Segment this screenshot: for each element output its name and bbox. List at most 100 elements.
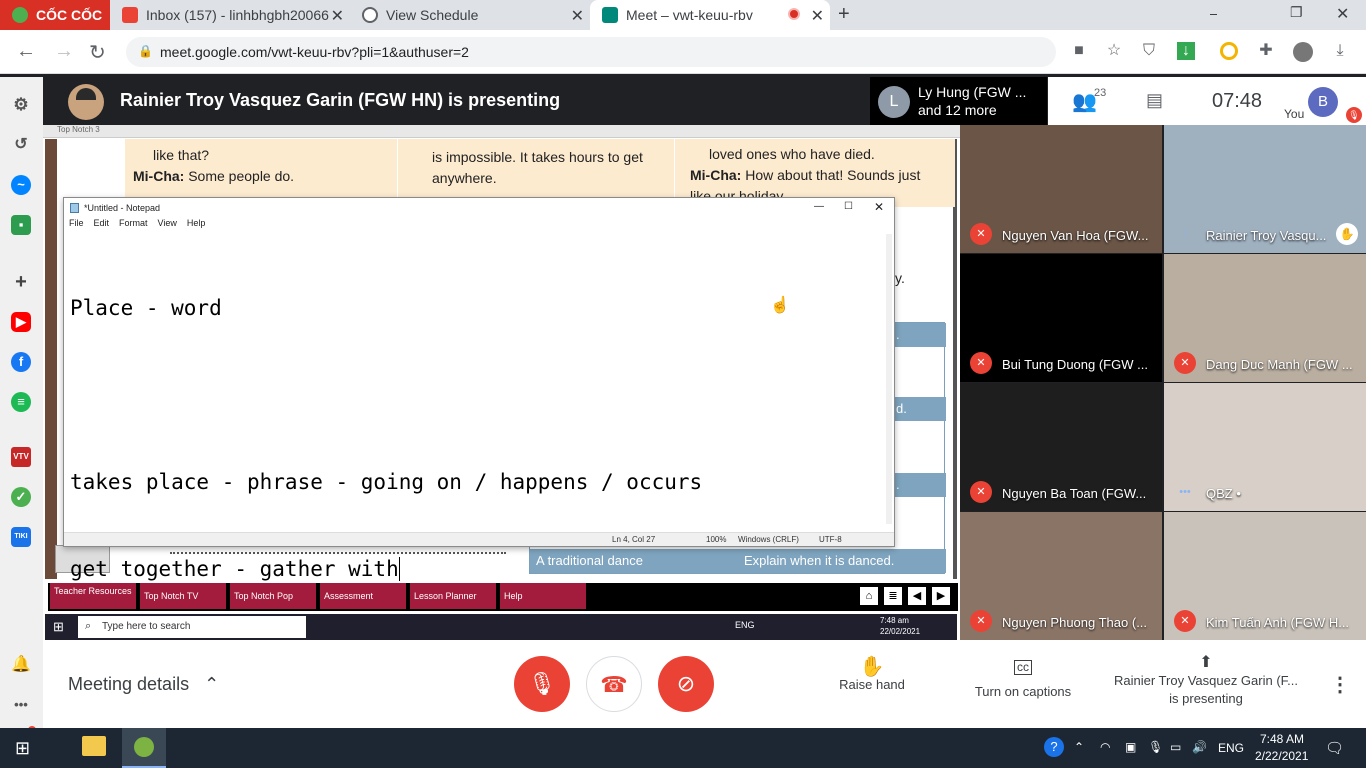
reload-icon[interactable]: ↻ <box>89 40 106 65</box>
device-icon[interactable]: ▣ <box>1125 740 1136 754</box>
minimize-icon[interactable]: ⎯ <box>1210 5 1217 22</box>
captions-button[interactable]: cc Turn on captions <box>966 660 1080 701</box>
extension-icon[interactable] <box>1220 42 1238 60</box>
meeting-clock: 07:48 <box>1212 90 1263 112</box>
close-icon[interactable]: ✕ <box>811 6 824 26</box>
meeting-details-button[interactable]: Meeting details ⌃ <box>68 674 219 695</box>
maximize-icon[interactable]: ☐ <box>844 201 853 212</box>
self-avatar[interactable]: B <box>1308 87 1338 117</box>
add-icon[interactable]: + <box>11 272 31 292</box>
menu-top-notch-pop[interactable]: Top Notch Pop <box>230 583 316 609</box>
tab-gmail[interactable]: Inbox (157) - linhbhgbh20066 ✕ <box>110 0 350 30</box>
new-tab-button[interactable]: + <box>838 3 850 26</box>
notepad-text-area[interactable]: Place - word takes place - phrase - goin… <box>70 236 702 642</box>
facebook-icon[interactable]: f <box>11 352 31 372</box>
participant-tile[interactable]: ✕ Nguyen Phuong Thao (... <box>960 512 1162 640</box>
volume-icon[interactable]: 🔊 <box>1192 740 1207 754</box>
gmail-icon <box>122 7 138 23</box>
menu-lesson-planner[interactable]: Lesson Planner <box>410 583 496 609</box>
participant-tile[interactable]: ⫶ Rainier Troy Vasqu... ✋ <box>1164 125 1366 253</box>
back-icon[interactable]: ← <box>16 40 36 63</box>
scrollbar[interactable] <box>886 234 892 524</box>
captions-label: Turn on captions <box>974 684 1072 699</box>
shield-icon[interactable]: ⛉ <box>1140 42 1158 60</box>
help-icon[interactable]: ? <box>1044 737 1064 757</box>
mic-off-icon: ✕ <box>970 610 992 632</box>
mic-toggle-button[interactable]: 🎙 <box>514 656 570 712</box>
prev-icon[interactable]: ◀ <box>908 587 926 605</box>
camera-toggle-button[interactable]: ⊘ <box>658 656 714 712</box>
camera-icon[interactable]: ■ <box>1070 42 1088 60</box>
vtv-icon[interactable]: VTV <box>11 447 31 467</box>
bookmark-star-icon[interactable]: ☆ <box>1105 42 1123 60</box>
menu-help[interactable]: Help <box>187 218 206 232</box>
participant-tile[interactable]: ✕ Dang Duc Manh (FGW ... <box>1164 254 1366 382</box>
raise-hand-button[interactable]: ✋ Raise hand <box>832 657 912 694</box>
leave-call-button[interactable]: ☎ <box>586 656 642 712</box>
language-indicator[interactable]: ENG <box>1218 741 1244 755</box>
menu-format[interactable]: Format <box>119 218 148 232</box>
menu-file[interactable]: File <box>69 218 84 232</box>
presenting-button[interactable]: ⬆ Rainier Troy Vasquez Garin (F... is pr… <box>1104 654 1308 708</box>
battery-icon[interactable]: ▭ <box>1170 740 1181 754</box>
clock-time[interactable]: 7:48 AM <box>1260 732 1304 746</box>
spotify-icon[interactable]: ≡ <box>11 392 31 412</box>
tab-meet[interactable]: Meet – vwt-keuu-rbv ✕ <box>590 0 830 30</box>
status-encoding: UTF-8 <box>819 535 842 544</box>
forward-icon[interactable]: → <box>54 40 74 63</box>
profile-avatar[interactable] <box>1293 42 1313 62</box>
participant-tile[interactable]: ✕ Nguyen Van Hoa (FGW... <box>960 125 1162 253</box>
menu-help[interactable]: Help <box>500 583 586 609</box>
notifications-icon[interactable]: 🗨 <box>1325 739 1344 757</box>
notepad-titlebar: *Untitled - Notepad — ☐ ✕ <box>64 198 894 218</box>
bell-icon[interactable]: 🔔 <box>11 655 31 675</box>
more-dots-icon: ••• <box>1179 486 1191 498</box>
tab-schedule[interactable]: View Schedule ✕ <box>350 0 590 30</box>
next-icon[interactable]: ▶ <box>932 587 950 605</box>
participant-tile[interactable]: ✕ Bui Tung Duong (FGW ... <box>960 254 1162 382</box>
menu-top-notch-tv[interactable]: Top Notch TV <box>140 583 226 609</box>
participant-tile[interactable]: ••• QBZ • <box>1164 383 1366 511</box>
tray-chevron-icon[interactable]: ⌃ <box>1074 740 1084 754</box>
windows-start-icon[interactable]: ⊞ <box>15 738 30 759</box>
menu-view[interactable]: View <box>158 218 177 232</box>
lock-icon: 🔒 <box>138 44 153 58</box>
close-icon[interactable]: ✕ <box>331 6 344 26</box>
messenger-icon[interactable]: ~ <box>11 175 31 195</box>
list-icon[interactable]: ≣ <box>884 587 902 605</box>
tiki-icon[interactable]: TIKI <box>11 527 31 547</box>
browser-logo-tab[interactable]: CỐC CỐC <box>0 0 110 30</box>
menu-assessment[interactable]: Assessment <box>320 583 406 609</box>
microphone-icon[interactable]: 🎙 <box>1148 740 1163 754</box>
game-icon[interactable]: ▪ <box>11 215 31 235</box>
restore-icon[interactable]: ❐ <box>1290 4 1303 21</box>
url-bar[interactable]: 🔒 meet.google.com/vwt-keuu-rbv?pli=1&aut… <box>126 37 1056 67</box>
minimize-icon[interactable]: — <box>814 201 824 212</box>
participant-name: Dang Duc Manh (FGW ... <box>1206 357 1353 372</box>
menu-teacher-resources[interactable]: Teacher Resources <box>50 583 136 609</box>
youtube-icon[interactable]: ▶ <box>11 312 31 332</box>
menu-edit[interactable]: Edit <box>94 218 110 232</box>
home-icon[interactable]: ⌂ <box>860 587 878 605</box>
slide-window-title: Top Notch 3 <box>57 125 100 134</box>
settings-icon[interactable]: ⚙ <box>11 95 31 115</box>
download-icon[interactable]: ⤓ <box>1331 42 1349 60</box>
clock-date[interactable]: 2/22/2021 <box>1255 749 1308 763</box>
participant-tile[interactable]: ✕ Kim Tuấn Anh (FGW H... <box>1164 512 1366 640</box>
more-icon[interactable]: ••• <box>11 695 31 715</box>
wifi-icon[interactable]: ◠ <box>1100 740 1110 754</box>
download-extension-icon[interactable]: ↓ <box>1177 42 1195 60</box>
participant-tile[interactable]: ✕ Nguyen Ba Toan (FGW... <box>960 383 1162 511</box>
history-icon[interactable]: ↺ <box>11 135 31 155</box>
close-icon[interactable]: ✕ <box>874 200 884 214</box>
raise-hand-label: Raise hand <box>839 677 905 692</box>
captions-icon: cc <box>1014 660 1032 675</box>
more-options-icon[interactable]: ⋮ <box>1330 672 1350 697</box>
chat-icon[interactable]: ▤ <box>1146 90 1163 111</box>
puzzle-icon[interactable]: ✚ <box>1257 42 1275 60</box>
file-explorer-icon[interactable] <box>82 736 106 756</box>
close-icon[interactable]: ✕ <box>571 6 584 26</box>
window-close-icon[interactable]: ✕ <box>1336 4 1349 24</box>
mic-off-icon: ✕ <box>1174 352 1196 374</box>
coccoc-icon[interactable]: ✓ <box>11 487 31 507</box>
